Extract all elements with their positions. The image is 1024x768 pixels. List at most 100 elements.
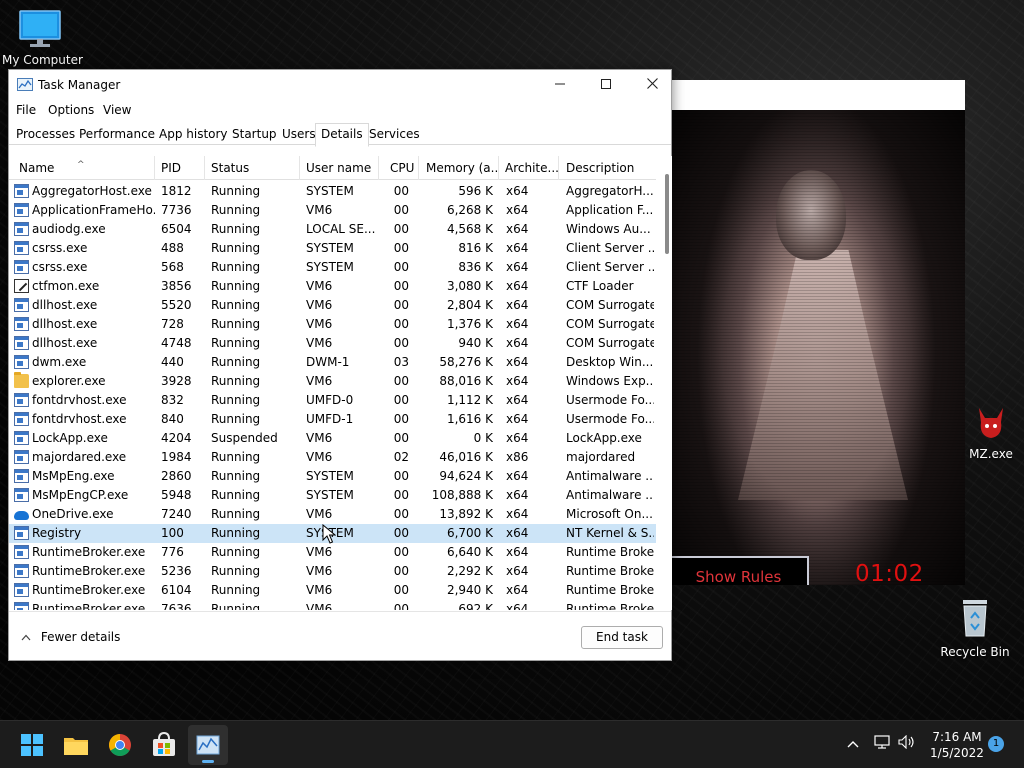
start-button[interactable]: [12, 725, 52, 765]
tab-app-history[interactable]: App history: [154, 125, 233, 146]
title-bar[interactable]: Task Manager: [9, 70, 671, 100]
tab-performance[interactable]: Performance: [74, 125, 160, 146]
process-status: Running: [211, 241, 261, 255]
menu-options[interactable]: Options: [48, 103, 94, 117]
tab-strip: Processes Performance App history Startu…: [9, 123, 671, 147]
maximize-button[interactable]: [583, 70, 629, 100]
game-window-titlebar[interactable]: [668, 80, 965, 110]
notification-badge[interactable]: 1: [988, 736, 1004, 752]
column-header-pid[interactable]: PID: [155, 156, 205, 180]
close-button[interactable]: [629, 70, 675, 100]
table-row[interactable]: dwm.exe 440 Running DWM-1 03 58,276 K x64 Deskt…: [9, 353, 656, 372]
process-name: RuntimeBroker.exe: [32, 583, 146, 597]
table-row[interactable]: RuntimeBroker.exe 5236 Running VM6 00 2,292 K…: [9, 562, 656, 581]
table-row[interactable]: csrss.exe 568 Running SYSTEM 00 836 K x64 Clien…: [9, 258, 656, 277]
process-description: Usermode Fo...: [566, 393, 654, 407]
table-row[interactable]: AggregatorHost.exe 1812 Running SYSTEM 00 596…: [9, 182, 656, 201]
process-pid: 488: [161, 241, 184, 255]
show-rules-button[interactable]: Show Rules: [668, 556, 809, 585]
process-user: VM6: [306, 317, 333, 331]
table-row[interactable]: dllhost.exe 4748 Running VM6 00 940 K x64 COM S…: [9, 334, 656, 353]
table-row[interactable]: ctfmon.exe 3856 Running VM6 00 3,080 K x64 CTF …: [9, 277, 656, 296]
process-cpu: 00: [393, 545, 409, 559]
column-header-label: Name: [19, 161, 55, 175]
fewer-details-button[interactable]: Fewer details: [21, 630, 120, 644]
taskbar-clock[interactable]: 7:16 AM 1/5/2022: [920, 729, 994, 761]
process-user: VM6: [306, 336, 333, 350]
menu-view[interactable]: View: [103, 103, 131, 117]
taskbar-file-explorer[interactable]: [56, 725, 96, 765]
scrollbar-thumb[interactable]: [665, 174, 669, 254]
table-row[interactable]: csrss.exe 488 Running SYSTEM 00 816 K x64 Clien…: [9, 239, 656, 258]
taskbar-task-manager[interactable]: [188, 725, 228, 765]
column-header-status[interactable]: Status: [205, 156, 300, 180]
column-header-cpu[interactable]: CPU: [379, 156, 419, 180]
table-row[interactable]: ApplicationFrameHo... 7736 Running VM6 00 6,2…: [9, 201, 656, 220]
process-architecture: x64: [506, 564, 529, 578]
process-architecture: x64: [506, 545, 529, 559]
process-cpu: 00: [393, 564, 409, 578]
taskbar-store[interactable]: [144, 725, 184, 765]
folder-icon: [14, 372, 29, 388]
table-row[interactable]: explorer.exe 3928 Running VM6 00 88,016 K x64 W…: [9, 372, 656, 391]
process-memory: 0 K: [473, 431, 493, 445]
tab-processes[interactable]: Processes: [11, 125, 80, 146]
minimize-button[interactable]: [537, 70, 583, 100]
process-architecture: x86: [506, 450, 529, 464]
table-row[interactable]: RuntimeBroker.exe 776 Running VM6 00 6,640 K x…: [9, 543, 656, 562]
network-button[interactable]: [873, 721, 891, 768]
process-user: VM6: [306, 298, 333, 312]
tab-startup[interactable]: Startup: [227, 125, 282, 146]
desktop-icon-recycle-bin[interactable]: Recycle Bin: [938, 596, 1012, 659]
process-description: CTF Loader: [566, 279, 634, 293]
process-architecture: x64: [506, 279, 529, 293]
menu-file[interactable]: File: [16, 103, 36, 117]
column-header-name[interactable]: ^ Name: [9, 156, 155, 180]
table-row[interactable]: MsMpEng.exe 2860 Running SYSTEM 00 94,624 K x6…: [9, 467, 656, 486]
process-name: MsMpEng.exe: [32, 469, 115, 483]
table-row[interactable]: fontdrvhost.exe 840 Running UMFD-1 00 1,616 K…: [9, 410, 656, 429]
process-cpu: 02: [393, 450, 409, 464]
table-row[interactable]: dllhost.exe 728 Running VM6 00 1,376 K x64 COM …: [9, 315, 656, 334]
end-task-button[interactable]: End task: [581, 626, 663, 649]
table-row[interactable]: audiodg.exe 6504 Running LOCAL SE... 00 4,568…: [9, 220, 656, 239]
table-row[interactable]: RuntimeBroker.exe 7636 Running VM6 00 692 K x6…: [9, 600, 656, 610]
monitor-icon: [19, 10, 61, 47]
process-pid: 6504: [161, 222, 192, 236]
desktop-icon-mz-exe[interactable]: MZ.exe: [958, 402, 1024, 461]
process-description: COM Surrogate: [566, 317, 654, 331]
tab-details[interactable]: Details: [315, 123, 369, 147]
desktop-icon-my-computer[interactable]: My Computer: [2, 8, 83, 67]
process-pid: 1812: [161, 184, 192, 198]
application-window-icon: [14, 412, 29, 426]
process-architecture: x64: [506, 336, 529, 350]
column-header-user-name[interactable]: User name: [300, 156, 379, 180]
application-window-icon: [14, 317, 29, 331]
column-header-architecture[interactable]: Archite...: [499, 156, 559, 180]
table-row[interactable]: MsMpEngCP.exe 5948 Running SYSTEM 00 108,888 …: [9, 486, 656, 505]
table-row[interactable]: dllhost.exe 5520 Running VM6 00 2,804 K x64 COM…: [9, 296, 656, 315]
process-architecture: x64: [506, 355, 529, 369]
process-status: Running: [211, 507, 261, 521]
speaker-icon: [898, 734, 914, 750]
process-name: dllhost.exe: [32, 336, 98, 350]
process-user: SYSTEM: [306, 488, 354, 502]
process-description: COM Surrogate: [566, 336, 654, 350]
task-manager-icon: [17, 78, 33, 91]
vertical-scrollbar[interactable]: [662, 156, 672, 610]
column-header-memory[interactable]: Memory (a...: [419, 156, 499, 180]
table-row[interactable]: OneDrive.exe 7240 Running VM6 00 13,892 K x64 M…: [9, 505, 656, 524]
process-memory: 3,080 K: [446, 279, 493, 293]
table-row[interactable]: LockApp.exe 4204 Suspended VM6 00 0 K x64 LockA…: [9, 429, 656, 448]
process-pid: 840: [161, 412, 184, 426]
table-row[interactable]: RuntimeBroker.exe 6104 Running VM6 00 2,940 K…: [9, 581, 656, 600]
clock-time: 7:16 AM: [932, 730, 982, 744]
volume-button[interactable]: [898, 721, 916, 768]
desktop-icon-label: MZ.exe: [969, 447, 1013, 461]
column-header-description[interactable]: Description: [559, 156, 656, 180]
table-row[interactable]: majordared.exe 1984 Running VM6 02 46,016 K x8…: [9, 448, 656, 467]
table-row[interactable]: fontdrvhost.exe 832 Running UMFD-0 00 1,112 K…: [9, 391, 656, 410]
taskbar-chrome[interactable]: [100, 725, 140, 765]
show-hidden-icons-button[interactable]: [846, 721, 860, 768]
tab-services[interactable]: Services: [364, 125, 425, 146]
